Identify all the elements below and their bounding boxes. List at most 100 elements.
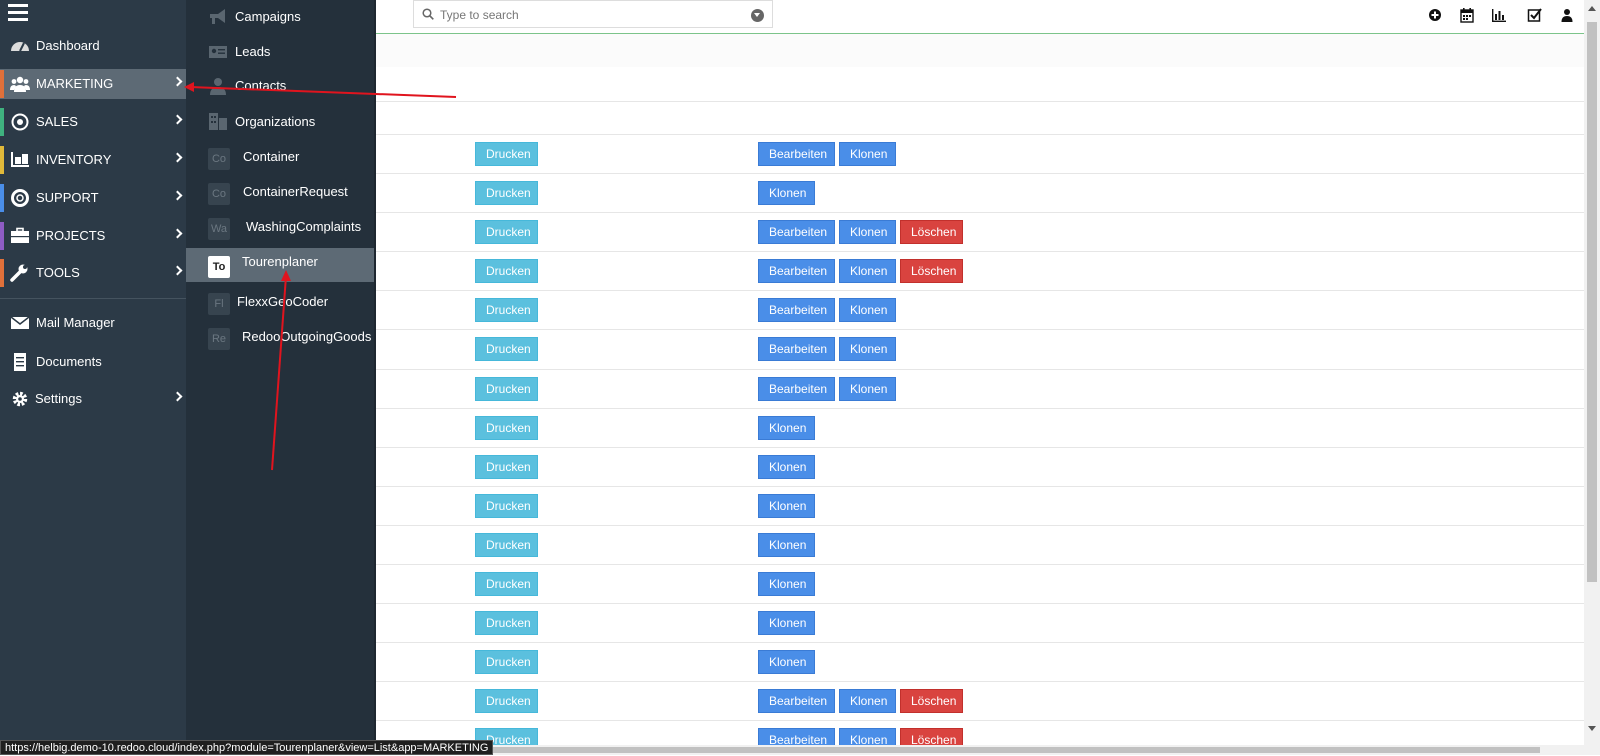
submenu-item-redoooutgoinggoods[interactable]: Re RedooOutgoingGoods [186, 320, 374, 354]
vertical-scrollbar[interactable] [1584, 0, 1600, 745]
color-marker [0, 222, 4, 250]
print-button[interactable]: Drucken [475, 220, 538, 245]
module-badge: Re [208, 328, 230, 350]
user-icon[interactable] [1559, 7, 1575, 23]
clone-button[interactable]: Klonen [839, 298, 896, 323]
print-button[interactable]: Drucken [475, 259, 538, 284]
sidebar-item-documents[interactable]: Documents [0, 347, 186, 377]
clone-button[interactable]: Klonen [839, 259, 896, 284]
target-icon [11, 113, 29, 131]
submenu-item-label: RedooOutgoingGoods [242, 329, 372, 344]
delete-button[interactable]: Löschen [900, 689, 963, 714]
clone-button[interactable]: Klonen [758, 493, 815, 518]
sidebar-item-support[interactable]: SUPPORT [0, 183, 186, 213]
print-button[interactable]: Drucken [475, 493, 538, 518]
clone-button[interactable]: Klonen [758, 454, 815, 479]
chevron-right-icon [172, 76, 183, 87]
dashboard-icon [11, 42, 29, 52]
print-button[interactable]: Drucken [475, 376, 538, 401]
chevron-right-icon [172, 152, 183, 163]
color-marker [0, 146, 4, 174]
delete-button[interactable]: Löschen [900, 728, 963, 745]
sidebar-item-dashboard[interactable]: Dashboard [0, 31, 186, 61]
print-button[interactable]: Drucken [475, 650, 538, 675]
edit-button[interactable]: Bearbeiten [758, 689, 835, 714]
plus-circle-icon[interactable] [1427, 7, 1443, 23]
print-button[interactable]: Drucken [475, 611, 538, 636]
sidebar-item-inventory[interactable]: INVENTORY [0, 145, 186, 175]
sidebar-item-projects[interactable]: PROJECTS [0, 221, 186, 251]
sidebar-item-marketing[interactable]: MARKETING [0, 69, 186, 99]
bar-chart-icon[interactable] [1491, 7, 1507, 23]
print-button[interactable]: Drucken [475, 415, 538, 440]
status-url: https://helbig.demo-10.redoo.cloud/index… [0, 740, 494, 755]
sidebar-item-tools[interactable]: TOOLS [0, 258, 186, 288]
sidebar-item-label: SALES [36, 114, 78, 129]
global-search[interactable] [413, 0, 773, 28]
sidebar-item-label: PROJECTS [36, 228, 106, 243]
print-button[interactable]: Drucken [475, 298, 538, 323]
submenu-item-containerrequest[interactable]: Co ContainerRequest [186, 175, 374, 209]
chevron-right-icon [172, 190, 183, 201]
submenu-item-container[interactable]: Co Container [186, 140, 374, 174]
table-row: Drucken Bearbeiten Klonen [376, 330, 1584, 370]
edit-button[interactable]: Bearbeiten [758, 376, 835, 401]
table-row: Drucken Klonen [376, 409, 1584, 448]
clone-button[interactable]: Klonen [758, 415, 815, 440]
submenu-item-contacts[interactable]: Contacts [186, 69, 374, 103]
submenu-item-label: Tourenplaner [242, 254, 318, 269]
print-button[interactable]: Drucken [475, 454, 538, 479]
sidebar-item-label: Dashboard [36, 38, 100, 53]
scrollbar-thumb[interactable] [380, 747, 1540, 753]
delete-button[interactable]: Löschen [900, 220, 963, 245]
print-button[interactable]: Drucken [475, 572, 538, 597]
submenu-item-organizations[interactable]: Organizations [186, 104, 374, 138]
scroll-up-icon[interactable] [1588, 6, 1596, 11]
checkbox-icon[interactable] [1527, 7, 1543, 23]
table-row: Drucken Klonen [376, 565, 1584, 605]
wrench-icon [10, 264, 28, 282]
sidebar-item-sales[interactable]: SALES [0, 107, 186, 137]
sidebar-item-label: MARKETING [36, 76, 114, 91]
clone-button[interactable]: Klonen [758, 611, 815, 636]
sidebar-item-label: Settings [35, 391, 82, 406]
scroll-down-icon[interactable] [1588, 726, 1596, 731]
sidebar-item-label: Documents [36, 354, 102, 369]
edit-button[interactable]: Bearbeiten [758, 142, 835, 166]
clone-button[interactable]: Klonen [839, 220, 896, 245]
edit-button[interactable]: Bearbeiten [758, 220, 835, 245]
top-bar [376, 0, 1584, 34]
clone-button[interactable]: Klonen [758, 650, 815, 675]
clone-button[interactable]: Klonen [839, 142, 896, 166]
search-dropdown-icon[interactable] [751, 9, 764, 22]
clone-button[interactable]: Klonen [758, 181, 815, 206]
print-button[interactable]: Drucken [475, 532, 538, 557]
delete-button[interactable]: Löschen [900, 259, 963, 284]
menu-toggle-icon[interactable] [8, 4, 28, 22]
submenu-item-leads[interactable]: Leads [186, 35, 374, 69]
submenu-item-washingcomplaints[interactable]: Wa WashingComplaints [186, 210, 374, 244]
clone-button[interactable]: Klonen [839, 337, 896, 362]
clone-button[interactable]: Klonen [839, 728, 896, 745]
edit-button[interactable]: Bearbeiten [758, 728, 835, 745]
sidebar-item-settings[interactable]: Settings [0, 384, 186, 414]
print-button[interactable]: Drucken [475, 142, 538, 166]
scrollbar-thumb[interactable] [1587, 22, 1597, 582]
submenu-item-campaigns[interactable]: Campaigns [186, 0, 374, 34]
print-button[interactable]: Drucken [475, 181, 538, 206]
clone-button[interactable]: Klonen [758, 572, 815, 597]
clone-button[interactable]: Klonen [839, 376, 896, 401]
clone-button[interactable]: Klonen [758, 532, 815, 557]
print-button[interactable]: Drucken [475, 689, 538, 714]
submenu-item-flexxgeocoder[interactable]: Fl FlexxGeoCoder [186, 285, 374, 319]
clone-button[interactable]: Klonen [839, 689, 896, 714]
print-button[interactable]: Drucken [475, 337, 538, 362]
search-input[interactable] [440, 5, 740, 25]
sidebar-item-mail-manager[interactable]: Mail Manager [0, 308, 186, 338]
divider [376, 101, 1584, 102]
edit-button[interactable]: Bearbeiten [758, 298, 835, 323]
calendar-icon[interactable] [1459, 7, 1475, 23]
submenu-item-tourenplaner[interactable]: To Tourenplaner [186, 248, 374, 282]
edit-button[interactable]: Bearbeiten [758, 337, 835, 362]
edit-button[interactable]: Bearbeiten [758, 259, 835, 284]
